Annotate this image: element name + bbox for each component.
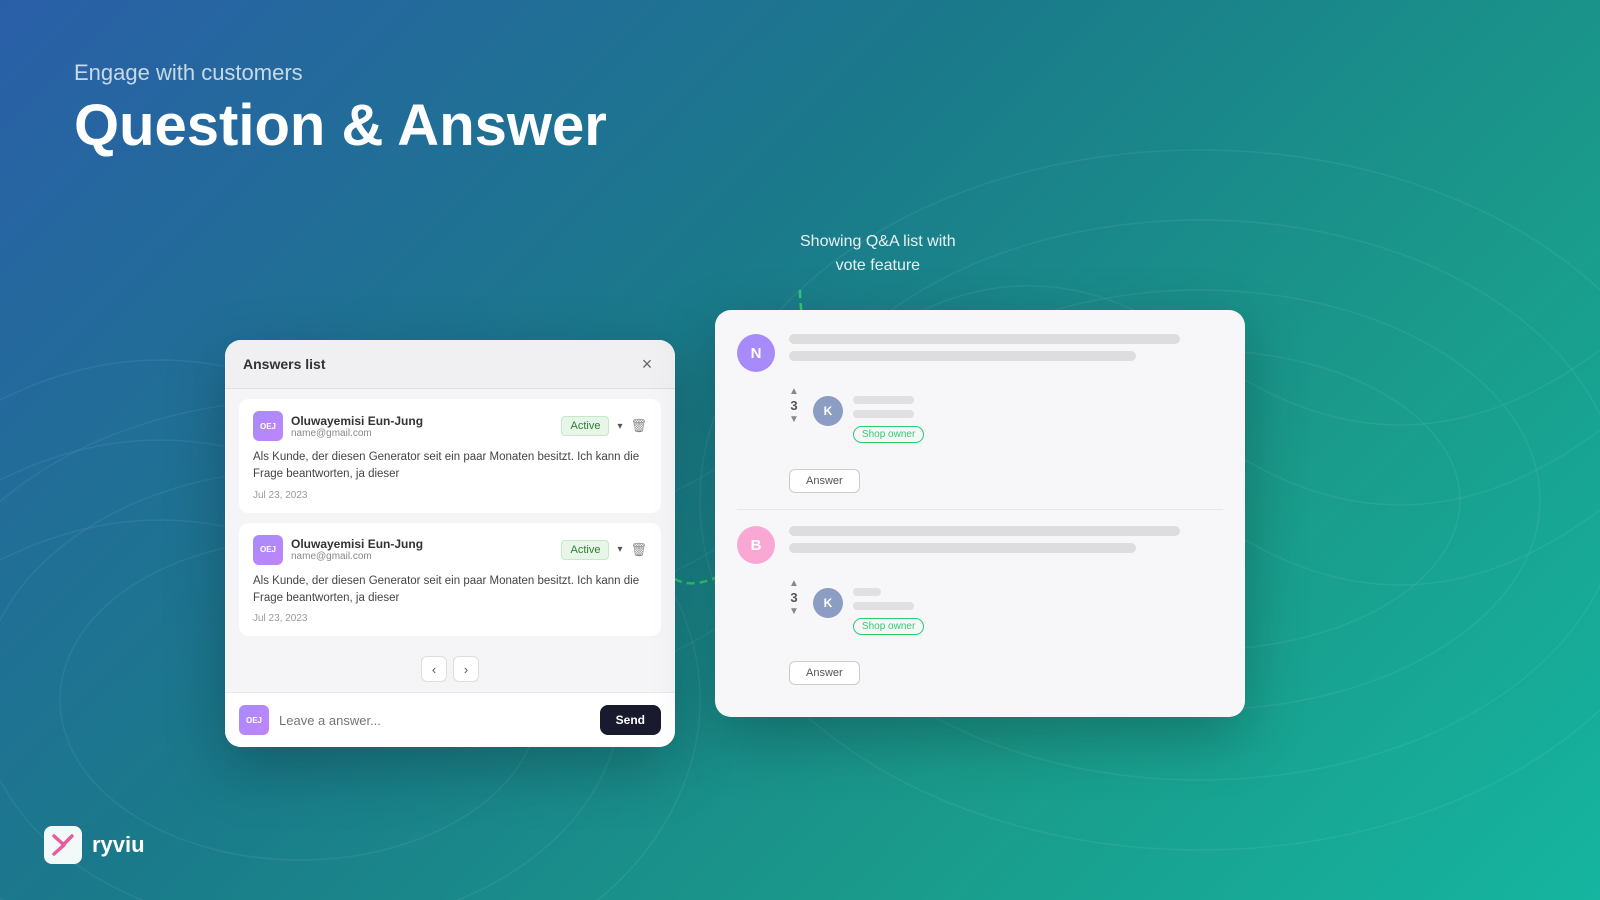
vote-count: 3	[790, 590, 797, 605]
qa-question-content	[789, 526, 1223, 560]
question-line-1	[789, 334, 1180, 344]
status-badge[interactable]: Active	[561, 416, 609, 436]
compose-input[interactable]	[279, 713, 590, 728]
status-badge[interactable]: Active	[561, 540, 609, 560]
annotation-line1: Showing Q&A list with	[800, 233, 956, 250]
question-line-2	[789, 543, 1136, 553]
avatar: OEJ	[253, 535, 283, 565]
user-details: Oluwayemisi Eun-Jung name@gmail.com	[291, 537, 423, 562]
answer-section: K Shop owner	[813, 396, 924, 449]
logo-icon	[44, 826, 82, 864]
divider	[737, 509, 1223, 510]
qa-question-left: N	[737, 334, 775, 372]
answer-item-header: OEJ Oluwayemisi Eun-Jung name@gmail.com …	[253, 535, 647, 565]
annotation-label: Showing Q&A list with vote feature	[800, 230, 956, 278]
logo-area: ryviu	[44, 826, 145, 864]
answers-card-header: Answers list ×	[225, 340, 675, 389]
page-header: Engage with customers Question & Answer	[74, 60, 607, 158]
question-avatar: B	[737, 526, 775, 564]
vote-control[interactable]: ▲ 3 ▼	[789, 578, 799, 617]
vote-down-icon[interactable]: ▼	[789, 606, 799, 617]
qa-item: N	[737, 334, 1223, 372]
answer-actions: Active ▾ 🗑	[561, 416, 647, 436]
logo-text: ryviu	[92, 832, 145, 858]
answer-button[interactable]: Answer	[789, 661, 860, 685]
answer-line-2	[853, 602, 914, 610]
avatar: OEJ	[253, 411, 283, 441]
close-button[interactable]: ×	[637, 354, 657, 374]
header-title: Question & Answer	[74, 94, 607, 158]
user-name: Oluwayemisi Eun-Jung	[291, 414, 423, 428]
answer-text: Als Kunde, der diesen Generator seit ein…	[253, 573, 647, 608]
answers-card-title: Answers list	[243, 356, 325, 372]
trash-icon[interactable]: 🗑	[630, 418, 647, 434]
vote-count: 3	[790, 398, 797, 413]
question-avatar: N	[737, 334, 775, 372]
shop-owner-badge: Shop owner	[853, 426, 924, 443]
qa-question-content	[789, 334, 1223, 368]
answer-line-2	[853, 410, 914, 418]
answerer-avatar: K	[813, 588, 843, 618]
answer-line-1	[853, 396, 914, 404]
answer-content: Shop owner	[853, 396, 924, 449]
qa-list-card: N ▲ 3 ▼ K Shop owner Answer	[715, 310, 1245, 717]
answer-button[interactable]: Answer	[789, 469, 860, 493]
question-line-2	[789, 351, 1136, 361]
user-details: Oluwayemisi Eun-Jung name@gmail.com	[291, 414, 423, 439]
vote-down-icon[interactable]: ▼	[789, 414, 799, 425]
header-subtitle: Engage with customers	[74, 60, 607, 86]
answer-content: Shop owner	[853, 588, 924, 641]
answerer-avatar: K	[813, 396, 843, 426]
answer-section: K Shop owner	[813, 588, 924, 641]
trash-icon[interactable]: 🗑	[630, 542, 647, 558]
user-name: Oluwayemisi Eun-Jung	[291, 537, 423, 551]
compose-avatar: OEJ	[239, 705, 269, 735]
next-page-button[interactable]: ›	[453, 656, 479, 682]
pagination: ‹ ›	[225, 646, 675, 692]
answer-date: Jul 23, 2023	[253, 613, 647, 624]
user-info: OEJ Oluwayemisi Eun-Jung name@gmail.com	[253, 411, 423, 441]
answer-date: Jul 23, 2023	[253, 490, 647, 501]
chevron-down-icon[interactable]: ▾	[617, 544, 622, 555]
prev-page-button[interactable]: ‹	[421, 656, 447, 682]
vote-control[interactable]: ▲ 3 ▼	[789, 386, 799, 425]
user-info: OEJ Oluwayemisi Eun-Jung name@gmail.com	[253, 535, 423, 565]
answer-item: OEJ Oluwayemisi Eun-Jung name@gmail.com …	[239, 399, 661, 513]
answers-list-card: Answers list × OEJ Oluwayemisi Eun-Jung …	[225, 340, 675, 747]
answer-actions: Active ▾ 🗑	[561, 540, 647, 560]
chevron-down-icon[interactable]: ▾	[617, 421, 622, 432]
user-email: name@gmail.com	[291, 428, 423, 439]
question-line-1	[789, 526, 1180, 536]
user-email: name@gmail.com	[291, 551, 423, 562]
answer-text: Als Kunde, der diesen Generator seit ein…	[253, 449, 647, 484]
answer-item: OEJ Oluwayemisi Eun-Jung name@gmail.com …	[239, 523, 661, 637]
annotation-line2: vote feature	[836, 257, 921, 274]
qa-item: B	[737, 526, 1223, 564]
qa-question-left: B	[737, 526, 775, 564]
shop-owner-badge: Shop owner	[853, 618, 924, 635]
send-button[interactable]: Send	[600, 705, 661, 735]
answer-compose: OEJ Send	[225, 692, 675, 747]
vote-up-icon[interactable]: ▲	[789, 386, 799, 397]
answer-line-1	[853, 588, 882, 596]
vote-up-icon[interactable]: ▲	[789, 578, 799, 589]
answer-item-header: OEJ Oluwayemisi Eun-Jung name@gmail.com …	[253, 411, 647, 441]
